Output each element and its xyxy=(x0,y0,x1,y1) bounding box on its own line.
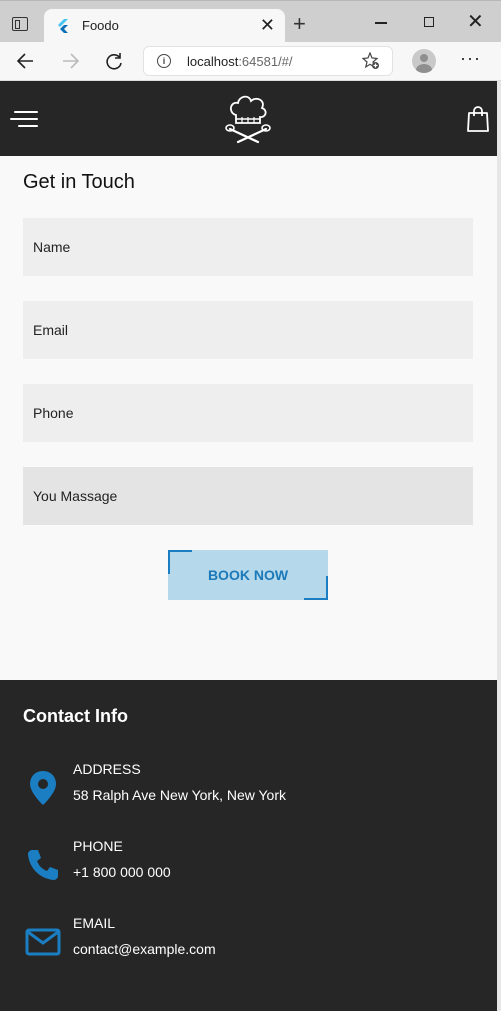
info-icon[interactable]: i xyxy=(157,54,171,68)
email-value: contact@example.com xyxy=(73,941,216,957)
book-now-button[interactable]: BOOK NOW xyxy=(168,550,328,600)
email-field[interactable] xyxy=(23,301,473,359)
address-value: 58 Ralph Ave New York, New York xyxy=(73,787,286,803)
shopping-bag-icon[interactable] xyxy=(466,105,490,133)
profile-icon[interactable] xyxy=(412,49,436,73)
name-input[interactable] xyxy=(23,218,473,276)
url-text[interactable]: localhost:64581/#/ xyxy=(187,54,293,69)
email-input[interactable] xyxy=(23,301,473,359)
message-field[interactable] xyxy=(23,467,473,525)
window-close-button[interactable]: ✕ xyxy=(467,11,484,33)
name-field[interactable] xyxy=(23,218,473,276)
phone-icon xyxy=(28,850,58,880)
browser-toolbar: i localhost:64581/#/ ··· xyxy=(0,42,501,81)
address-label: ADDRESS xyxy=(73,761,141,777)
chef-hat-logo-icon[interactable] xyxy=(222,93,274,145)
location-pin-icon xyxy=(30,771,56,805)
contact-info-item-address: ADDRESS 58 Ralph Ave New York, New York xyxy=(0,761,497,821)
book-now-label: BOOK NOW xyxy=(207,567,289,583)
phone-field[interactable] xyxy=(23,384,473,442)
tab-title: Foodo xyxy=(82,18,119,33)
tab-close-button[interactable]: ✕ xyxy=(260,16,275,34)
tab-actions-icon[interactable] xyxy=(12,17,28,31)
contact-info-section: Contact Info ADDRESS 58 Ralph Ave New Yo… xyxy=(0,680,497,1011)
get-in-touch-title: Get in Touch xyxy=(23,171,135,193)
message-input[interactable] xyxy=(23,467,473,525)
star-add-icon[interactable] xyxy=(362,52,380,70)
arrow-right-icon[interactable] xyxy=(60,49,80,73)
window-maximize-button[interactable] xyxy=(424,17,434,27)
browser-tab[interactable]: Foodo ✕ xyxy=(44,9,285,43)
window-minimize-button[interactable] xyxy=(375,22,387,24)
email-label: EMAIL xyxy=(73,915,116,931)
contact-info-item-phone: PHONE +1 800 000 000 xyxy=(0,838,497,898)
hamburger-menu-icon[interactable] xyxy=(8,111,38,129)
browser-tabstrip: Foodo ✕ + ✕ xyxy=(0,0,501,43)
phone-label: PHONE xyxy=(73,838,123,854)
arrow-left-icon[interactable] xyxy=(16,49,36,73)
reload-icon[interactable] xyxy=(104,49,124,73)
more-options-icon[interactable]: ··· xyxy=(460,48,481,69)
flutter-favicon-icon xyxy=(58,19,68,33)
contact-info-title: Contact Info xyxy=(23,706,128,726)
contact-info-item-email: EMAIL contact@example.com xyxy=(0,915,497,975)
phone-value: +1 800 000 000 xyxy=(73,864,171,880)
new-tab-button[interactable]: + xyxy=(293,13,306,35)
phone-input[interactable] xyxy=(23,384,473,442)
address-bar[interactable]: i localhost:64581/#/ xyxy=(143,46,393,76)
scrollbar[interactable] xyxy=(497,81,501,1011)
app-header xyxy=(0,81,497,156)
mail-icon xyxy=(25,928,61,956)
